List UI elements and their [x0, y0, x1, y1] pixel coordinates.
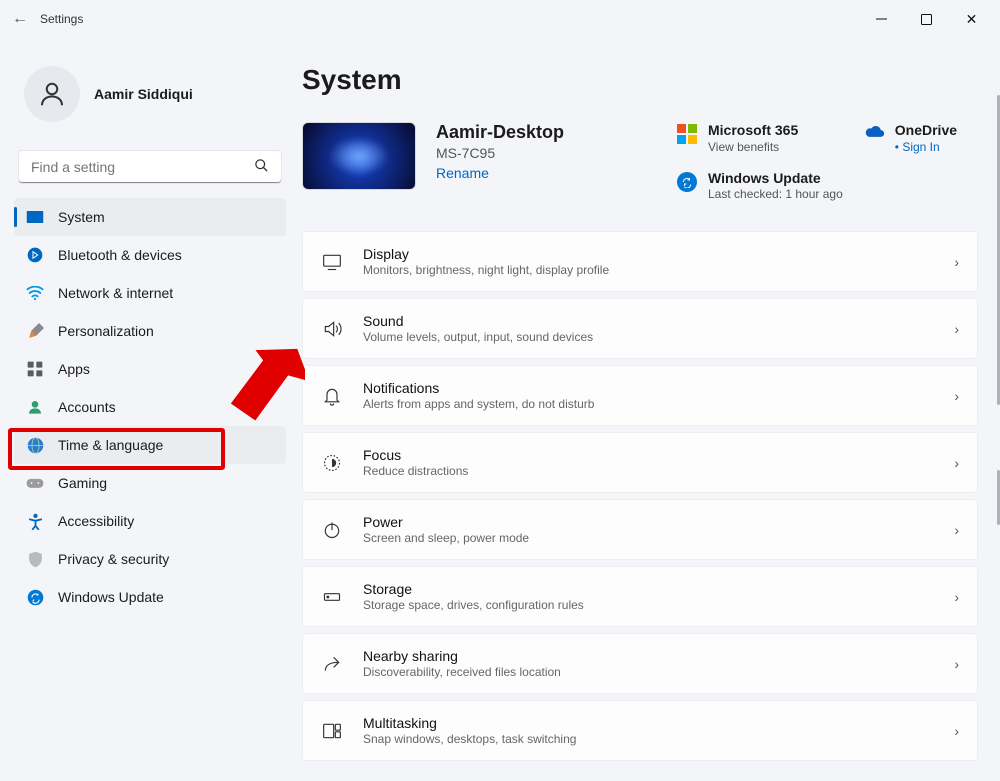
- device-model: MS-7C95: [436, 145, 656, 161]
- device-info-row: Aamir-Desktop MS-7C95 Rename Microsoft 3…: [302, 122, 978, 203]
- sidebar: Aamir Siddiqui System Bluetooth & device…: [0, 38, 300, 781]
- nav-label: Windows Update: [58, 589, 164, 605]
- windows-update-card[interactable]: Windows Update Last checked: 1 hour ago: [676, 170, 843, 204]
- nav-item-accounts[interactable]: Accounts: [14, 388, 286, 426]
- close-button[interactable]: ✕: [949, 4, 994, 34]
- nav-label: Bluetooth & devices: [58, 247, 182, 263]
- onedrive-card[interactable]: OneDrive Sign In: [863, 122, 957, 156]
- focus-icon: [321, 452, 343, 474]
- personalization-icon: [26, 322, 44, 340]
- search-box[interactable]: [18, 150, 282, 184]
- accessibility-icon: [26, 512, 44, 530]
- multitasking-icon: [321, 720, 343, 742]
- onedrive-icon: [863, 124, 885, 138]
- nav-label: Time & language: [58, 437, 163, 453]
- nav-item-apps[interactable]: Apps: [14, 350, 286, 388]
- nav-label: Personalization: [58, 323, 154, 339]
- nav-item-privacy[interactable]: Privacy & security: [14, 540, 286, 578]
- maximize-button[interactable]: [904, 4, 949, 34]
- sound-icon: [321, 318, 343, 340]
- nav-item-network[interactable]: Network & internet: [14, 274, 286, 312]
- chevron-right-icon: ›: [954, 656, 959, 672]
- ms365-title: Microsoft 365: [708, 122, 798, 139]
- main-content: System Aamir-Desktop MS-7C95 Rename Micr…: [300, 38, 1000, 781]
- display-icon: [321, 251, 343, 273]
- titlebar: ← Settings ✕: [0, 0, 1000, 38]
- nav-label: Gaming: [58, 475, 107, 491]
- chevron-right-icon: ›: [954, 522, 959, 538]
- user-account-row[interactable]: Aamir Siddiqui: [24, 66, 276, 122]
- window-title: Settings: [40, 12, 83, 26]
- nav-item-system[interactable]: System: [14, 198, 286, 236]
- accounts-icon: [26, 398, 44, 416]
- setting-power[interactable]: PowerScreen and sleep, power mode ›: [302, 499, 978, 560]
- update-icon: [676, 172, 698, 192]
- back-button[interactable]: ←: [6, 10, 34, 28]
- network-icon: [26, 284, 44, 302]
- setting-focus[interactable]: FocusReduce distractions ›: [302, 432, 978, 493]
- system-icon: [26, 208, 44, 226]
- nav-item-personalization[interactable]: Personalization: [14, 312, 286, 350]
- chevron-right-icon: ›: [954, 455, 959, 471]
- avatar: [24, 66, 80, 122]
- nav-label: Network & internet: [58, 285, 173, 301]
- ms365-icon: [676, 124, 698, 144]
- privacy-icon: [26, 550, 44, 568]
- chevron-right-icon: ›: [954, 589, 959, 605]
- sharing-icon: [321, 653, 343, 675]
- bluetooth-icon: [26, 246, 44, 264]
- ms365-card[interactable]: Microsoft 365 View benefits: [676, 122, 843, 156]
- nav-label: Accounts: [58, 399, 116, 415]
- notifications-icon: [321, 385, 343, 407]
- update-title: Windows Update: [708, 170, 843, 187]
- rename-link[interactable]: Rename: [436, 165, 656, 181]
- ms365-sub: View benefits: [708, 139, 798, 156]
- nav-label: Privacy & security: [58, 551, 169, 567]
- time-language-icon: [26, 436, 44, 454]
- setting-nearby-sharing[interactable]: Nearby sharingDiscoverability, received …: [302, 633, 978, 694]
- chevron-right-icon: ›: [954, 723, 959, 739]
- chevron-right-icon: ›: [954, 388, 959, 404]
- settings-list: DisplayMonitors, brightness, night light…: [302, 231, 978, 761]
- nav-item-time-language[interactable]: Time & language: [14, 426, 286, 464]
- user-name: Aamir Siddiqui: [94, 86, 193, 102]
- setting-sound[interactable]: SoundVolume levels, output, input, sound…: [302, 298, 978, 359]
- chevron-right-icon: ›: [954, 321, 959, 337]
- onedrive-title: OneDrive: [895, 122, 957, 139]
- minimize-button[interactable]: [859, 4, 904, 34]
- desktop-preview[interactable]: [302, 122, 416, 190]
- nav-label: Apps: [58, 361, 90, 377]
- nav-list: System Bluetooth & devices Network & int…: [14, 198, 286, 616]
- chevron-right-icon: ›: [954, 254, 959, 270]
- nav-label: System: [58, 209, 105, 225]
- nav-item-gaming[interactable]: Gaming: [14, 464, 286, 502]
- search-icon: [248, 158, 275, 176]
- page-title: System: [302, 64, 978, 96]
- setting-storage[interactable]: StorageStorage space, drives, configurat…: [302, 566, 978, 627]
- onedrive-sub[interactable]: Sign In: [902, 140, 939, 154]
- apps-icon: [26, 360, 44, 378]
- storage-icon: [321, 586, 343, 608]
- update-sub: Last checked: 1 hour ago: [708, 186, 843, 203]
- nav-label: Accessibility: [58, 513, 134, 529]
- nav-item-bluetooth[interactable]: Bluetooth & devices: [14, 236, 286, 274]
- setting-display[interactable]: DisplayMonitors, brightness, night light…: [302, 231, 978, 292]
- device-name: Aamir-Desktop: [436, 122, 656, 143]
- power-icon: [321, 519, 343, 541]
- setting-multitasking[interactable]: MultitaskingSnap windows, desktops, task…: [302, 700, 978, 761]
- nav-item-windows-update[interactable]: Windows Update: [14, 578, 286, 616]
- windows-update-icon: [26, 588, 44, 606]
- search-input[interactable]: [31, 159, 248, 175]
- gaming-icon: [26, 474, 44, 492]
- setting-notifications[interactable]: NotificationsAlerts from apps and system…: [302, 365, 978, 426]
- nav-item-accessibility[interactable]: Accessibility: [14, 502, 286, 540]
